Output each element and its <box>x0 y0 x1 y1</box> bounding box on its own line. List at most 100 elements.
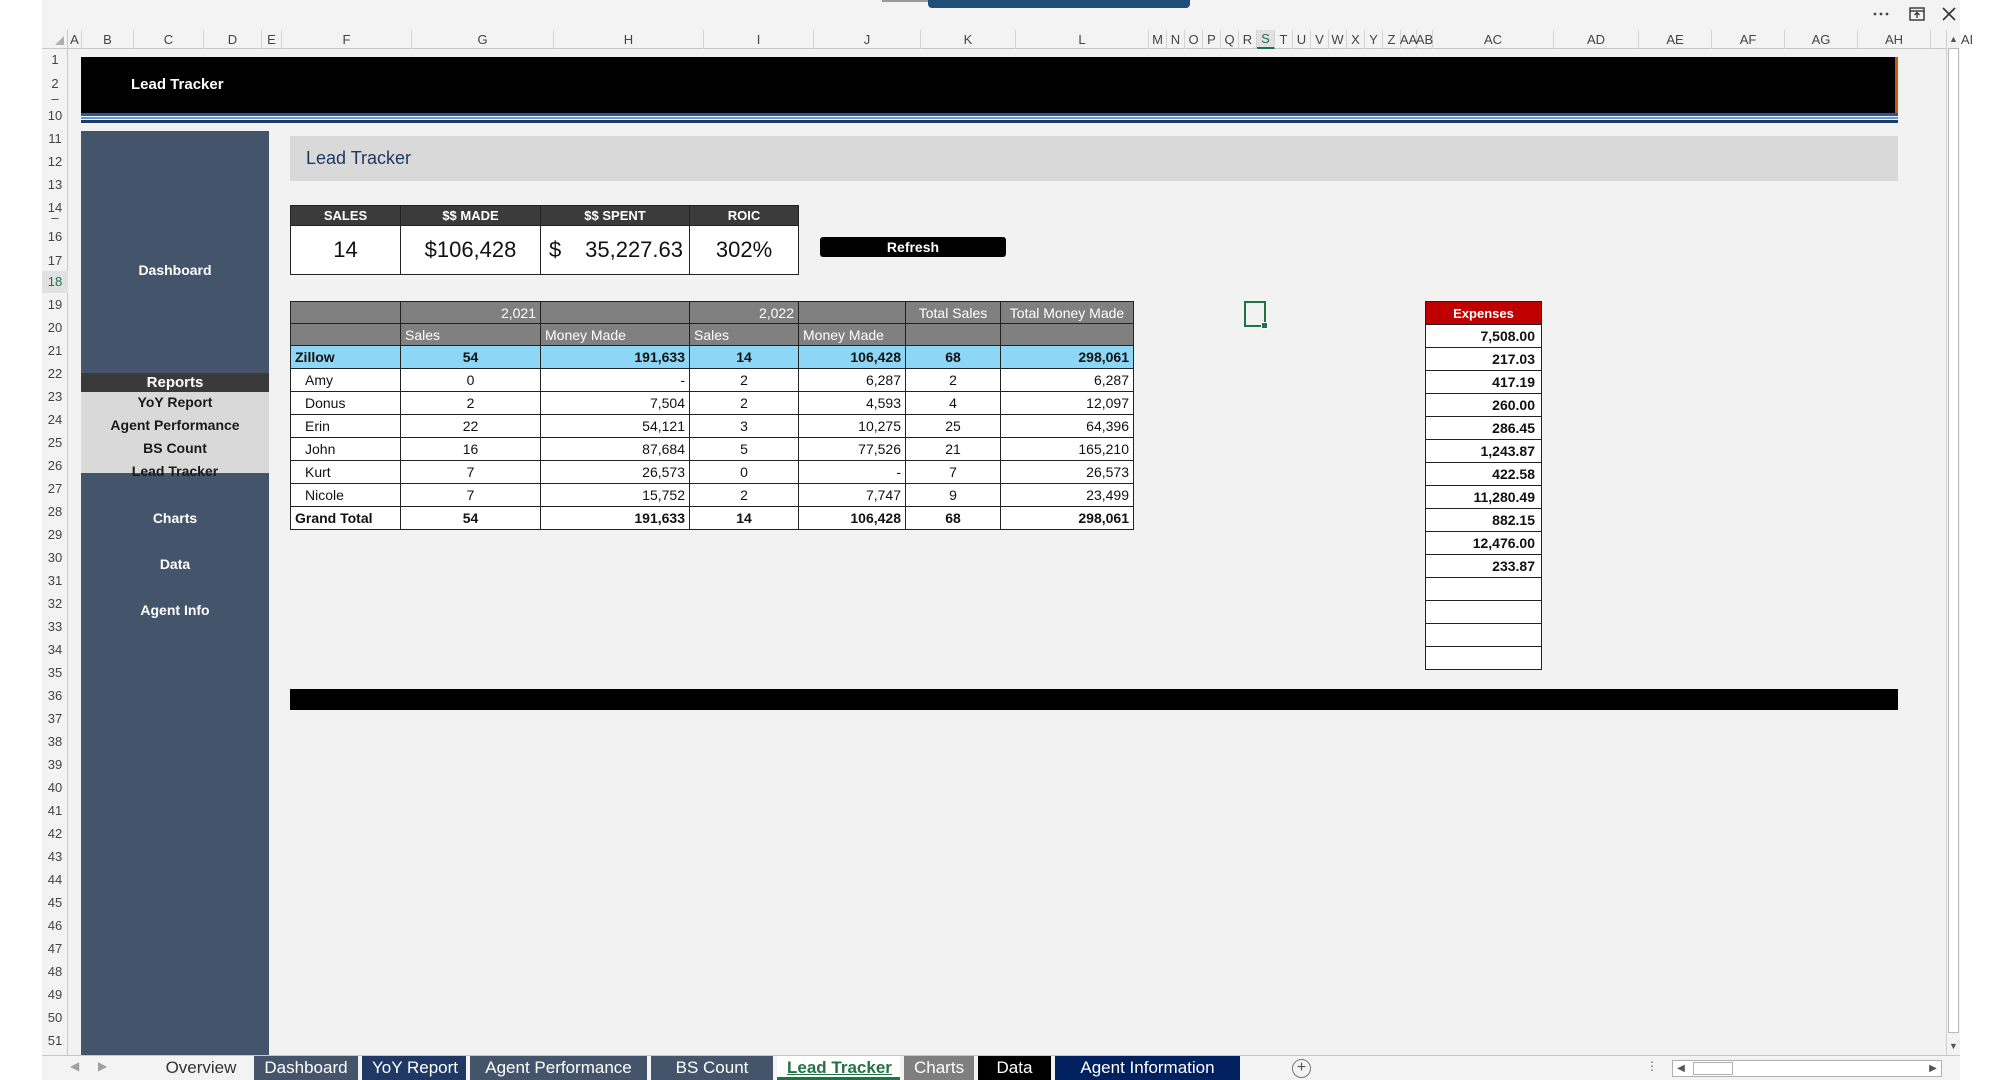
pivot-source-name[interactable]: Zillow <box>290 345 401 369</box>
row-header-cell[interactable]: 46 <box>42 915 68 937</box>
expense-cell[interactable]: 1,243.87 <box>1425 439 1542 463</box>
column-header-cell[interactable]: P <box>1203 30 1221 49</box>
row-header-cell[interactable]: 36 <box>42 685 68 707</box>
expense-cell[interactable]: 417.19 <box>1425 370 1542 394</box>
column-header-cell[interactable]: Z <box>1383 30 1401 49</box>
column-header-cell[interactable]: V <box>1311 30 1329 49</box>
row-header-cell[interactable]: 31 <box>42 570 68 592</box>
pivot-cell[interactable]: - <box>798 460 906 484</box>
column-header-cell[interactable]: AD <box>1554 30 1639 49</box>
sheet-tab[interactable]: Charts <box>904 1056 974 1080</box>
row-header-cell[interactable]: 28 <box>42 501 68 523</box>
pivot-cell[interactable]: 5 <box>689 437 799 461</box>
expense-cell[interactable]: 11,280.49 <box>1425 485 1542 509</box>
pivot-cell[interactable]: 16 <box>400 437 541 461</box>
row-header-cell[interactable]: 44 <box>42 869 68 891</box>
scrollbar-thumb[interactable] <box>1948 48 1959 1033</box>
row-header-cell[interactable]: – <box>42 211 68 224</box>
row-header-cell[interactable]: 50 <box>42 1007 68 1029</box>
column-header-cell[interactable]: L <box>1016 30 1149 49</box>
column-header-cell[interactable]: W <box>1329 30 1347 49</box>
column-header-cell[interactable]: O <box>1185 30 1203 49</box>
pivot-cell[interactable]: 6,287 <box>798 368 906 392</box>
pivot-cell[interactable]: 191,633 <box>540 506 690 530</box>
row-header-cell[interactable]: 1 <box>42 49 68 71</box>
sheet-tab[interactable]: Agent Performance <box>470 1056 647 1080</box>
column-header-cell[interactable]: G <box>412 30 554 49</box>
column-header-cell[interactable]: H <box>554 30 704 49</box>
pivot-cell[interactable]: 165,210 <box>1000 437 1134 461</box>
sidebar-item-dashboard[interactable]: Dashboard <box>81 262 269 278</box>
sidebar-item-data[interactable]: Data <box>81 556 269 572</box>
pivot-cell[interactable]: 2 <box>905 368 1001 392</box>
column-header-cell[interactable]: R <box>1239 30 1257 49</box>
row-header-cell[interactable]: 18 <box>42 271 68 293</box>
pivot-cell[interactable]: 298,061 <box>1000 506 1134 530</box>
row-header-cell[interactable]: 43 <box>42 846 68 868</box>
sidebar-item-bs-count[interactable]: BS Count <box>81 440 269 456</box>
scroll-up-icon[interactable]: ▲ <box>1947 32 1960 46</box>
pivot-cell[interactable]: 6,287 <box>1000 368 1134 392</box>
pivot-agent-name[interactable]: Kurt <box>290 460 401 484</box>
pivot-cell[interactable]: 14 <box>689 506 799 530</box>
sidebar-item-charts[interactable]: Charts <box>81 510 269 526</box>
pivot-cell[interactable]: 106,428 <box>798 345 906 369</box>
pivot-cell[interactable]: 54 <box>400 345 541 369</box>
refresh-button[interactable]: Refresh <box>820 237 1006 257</box>
column-header-cell[interactable]: J <box>814 30 921 49</box>
row-header-cell[interactable]: 17 <box>42 250 68 272</box>
pivot-cell[interactable]: 2 <box>400 391 541 415</box>
expense-cell[interactable]: 233.87 <box>1425 554 1542 578</box>
row-header-cell[interactable]: 39 <box>42 754 68 776</box>
row-header-cell[interactable]: 26 <box>42 455 68 477</box>
vertical-scrollbar[interactable]: ▲ ▼ <box>1946 30 1960 1055</box>
expense-cell[interactable] <box>1425 623 1542 647</box>
column-header-cell[interactable]: AE <box>1639 30 1712 49</box>
pivot-agent-name[interactable]: Amy <box>290 368 401 392</box>
row-header-cell[interactable]: 38 <box>42 731 68 753</box>
row-header-cell[interactable]: – <box>42 92 68 105</box>
pivot-cell[interactable]: 7 <box>905 460 1001 484</box>
column-header-cell[interactable]: AC <box>1433 30 1554 49</box>
column-header-cell[interactable]: U <box>1293 30 1311 49</box>
pivot-cell[interactable]: 23,499 <box>1000 483 1134 507</box>
row-header-cell[interactable]: 21 <box>42 340 68 362</box>
sheet-tab[interactable]: Dashboard <box>254 1056 358 1080</box>
pivot-cell[interactable]: 22 <box>400 414 541 438</box>
row-header-cell[interactable]: 37 <box>42 708 68 730</box>
pivot-cell[interactable]: 7,504 <box>540 391 690 415</box>
kpi-sales-value[interactable]: 14 <box>290 225 401 275</box>
sheet-tab[interactable]: Lead Tracker <box>777 1056 900 1080</box>
column-header-cell[interactable]: T <box>1275 30 1293 49</box>
row-header-cell[interactable]: 22 <box>42 363 68 385</box>
pivot-agent-name[interactable]: John <box>290 437 401 461</box>
expense-cell[interactable] <box>1425 646 1542 670</box>
add-sheet-icon[interactable]: + <box>1292 1059 1311 1078</box>
kpi-roic-value[interactable]: 302% <box>689 225 799 275</box>
active-cell-selection[interactable] <box>1244 301 1268 329</box>
pivot-cell[interactable]: 7 <box>400 483 541 507</box>
row-header-cell[interactable]: 49 <box>42 984 68 1006</box>
row-header-cell[interactable]: 25 <box>42 432 68 454</box>
pivot-cell[interactable]: 4 <box>905 391 1001 415</box>
row-header-cell[interactable]: 30 <box>42 547 68 569</box>
pivot-cell[interactable]: 2 <box>689 391 799 415</box>
column-header-cell[interactable]: AI <box>1931 30 2002 49</box>
column-header-cell[interactable]: Y <box>1365 30 1383 49</box>
column-header-cell[interactable]: I <box>704 30 814 49</box>
tab-split-handle-icon[interactable]: ⋮ <box>1646 1059 1658 1073</box>
column-header-cell[interactable]: A <box>68 30 82 49</box>
column-header-cell[interactable]: F <box>282 30 412 49</box>
column-header-cell[interactable]: D <box>204 30 262 49</box>
sidebar-item-lead-tracker[interactable]: Lead Tracker <box>81 463 269 479</box>
row-header-cell[interactable]: 24 <box>42 409 68 431</box>
pivot-cell[interactable]: 0 <box>400 368 541 392</box>
pivot-cell[interactable]: 191,633 <box>540 345 690 369</box>
pivot-cell[interactable]: 106,428 <box>798 506 906 530</box>
expense-cell[interactable] <box>1425 577 1542 601</box>
pivot-cell[interactable]: 3 <box>689 414 799 438</box>
row-header-cell[interactable]: 32 <box>42 593 68 615</box>
row-header-cell[interactable]: 10 <box>42 105 68 127</box>
pivot-cell[interactable]: 2 <box>689 483 799 507</box>
pivot-cell[interactable]: 298,061 <box>1000 345 1134 369</box>
